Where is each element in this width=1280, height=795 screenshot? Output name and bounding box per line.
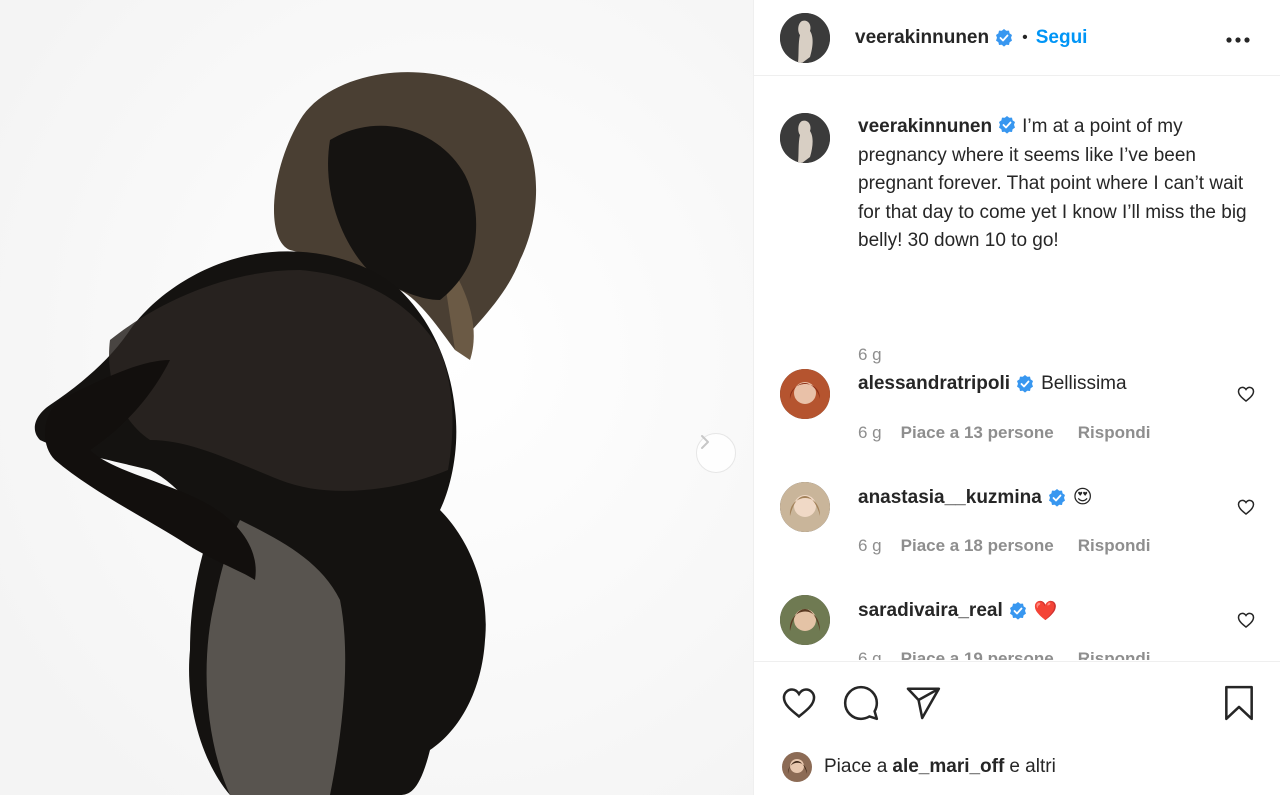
comment-line: alessandratripoli Bellissima	[858, 373, 1127, 395]
post-header: veerakinnunen • Segui	[754, 0, 1280, 76]
comment-like-heart-icon[interactable]	[1236, 384, 1256, 404]
paper-plane-icon[interactable]	[904, 684, 942, 722]
post-photo[interactable]	[0, 0, 753, 795]
follow-button[interactable]: Segui	[1036, 27, 1088, 49]
caption-timestamp[interactable]: 6 g	[858, 345, 882, 365]
caption-author-avatar-image	[780, 113, 830, 163]
comment-text: 😍	[1072, 487, 1093, 508]
commenter-avatar[interactable]	[780, 595, 830, 645]
reply-button[interactable]: Rispondi	[1078, 423, 1151, 443]
author-username-text[interactable]: veerakinnunen	[855, 27, 989, 49]
comment-likes-count[interactable]: Piace a 19 persone	[901, 649, 1054, 660]
verified-badge-icon	[996, 28, 1013, 47]
comment-username[interactable]: anastasia__kuzmina	[858, 487, 1042, 509]
maternity-silhouette-image	[0, 0, 753, 795]
comment-meta: 6 g Piace a 19 persone Rispondi	[858, 649, 1150, 660]
bookmark-icon[interactable]	[1220, 684, 1258, 722]
verified-badge-icon	[1048, 488, 1065, 507]
commenter-avatar[interactable]	[780, 369, 830, 419]
comment-text: Bellissima	[1041, 373, 1127, 394]
comment-meta: 6 g Piace a 18 persone Rispondi	[858, 536, 1150, 556]
comment-likes-count[interactable]: Piace a 18 persone	[901, 536, 1054, 556]
liker-avatar[interactable]	[782, 752, 812, 782]
author-username[interactable]: veerakinnunen	[855, 27, 1014, 49]
comment-username[interactable]: saradivaira_real	[858, 600, 1003, 622]
separator-dot: •	[1022, 28, 1028, 46]
comment-item: alessandratripoli Bellissima 6 g Piace a…	[780, 369, 1260, 469]
commenter-avatar-image	[780, 369, 830, 419]
post-side-panel: veerakinnunen • Segui veerakinnunen I’m …	[753, 0, 1280, 795]
commenter-avatar[interactable]	[780, 482, 830, 532]
likes-user[interactable]: ale_mari_off	[892, 756, 1004, 778]
likes-suffix[interactable]: e altri	[1009, 756, 1055, 778]
comment-timestamp[interactable]: 6 g	[858, 536, 882, 556]
likes-summary[interactable]: Piace a ale_mari_off e altri	[782, 752, 1056, 782]
likes-prefix: Piace a	[824, 756, 888, 777]
post-action-bar: Piace a ale_mari_off e altri	[754, 661, 1280, 795]
comment-line: anastasia__kuzmina 😍	[858, 486, 1093, 509]
reply-button[interactable]: Rispondi	[1078, 536, 1151, 556]
author-avatar[interactable]	[780, 12, 830, 63]
comment-bubble-icon[interactable]	[842, 684, 880, 722]
verified-badge-icon	[999, 116, 1016, 134]
commenter-avatar-image	[780, 595, 830, 645]
comment-like-heart-icon[interactable]	[1236, 497, 1256, 517]
verified-badge-icon	[1017, 375, 1034, 393]
reply-button[interactable]: Rispondi	[1078, 649, 1151, 660]
next-photo-button[interactable]	[696, 433, 736, 473]
more-options-icon[interactable]	[1225, 27, 1251, 53]
comment-like-heart-icon[interactable]	[1236, 610, 1256, 630]
liker-avatar-image	[782, 752, 812, 782]
caption-text-block: veerakinnunen I’m at a point of my pregn…	[858, 113, 1258, 256]
comment-line: saradivaira_real ❤️	[858, 599, 1057, 623]
comment-timestamp[interactable]: 6 g	[858, 649, 882, 660]
chevron-right-icon	[701, 435, 709, 449]
comment-item: saradivaira_real ❤️ 6 g Piace a 19 perso…	[780, 595, 1260, 660]
comment-likes-count[interactable]: Piace a 13 persone	[901, 423, 1054, 443]
comment-text: ❤️	[1033, 601, 1058, 622]
comment-item: anastasia__kuzmina 😍 6 g Piace a 18 pers…	[780, 482, 1260, 582]
commenter-avatar-image	[780, 482, 830, 532]
caption-author-avatar[interactable]	[780, 113, 830, 163]
comment-meta: 6 g Piace a 13 persone Rispondi	[858, 423, 1150, 443]
caption-username[interactable]: veerakinnunen	[858, 116, 992, 137]
comment-timestamp[interactable]: 6 g	[858, 423, 882, 443]
comment-username[interactable]: alessandratripoli	[858, 373, 1010, 395]
verified-badge-icon	[1009, 602, 1026, 620]
heart-icon[interactable]	[780, 684, 818, 722]
comments-scroll-area[interactable]: veerakinnunen I’m at a point of my pregn…	[754, 77, 1280, 660]
author-avatar-image	[780, 12, 830, 63]
